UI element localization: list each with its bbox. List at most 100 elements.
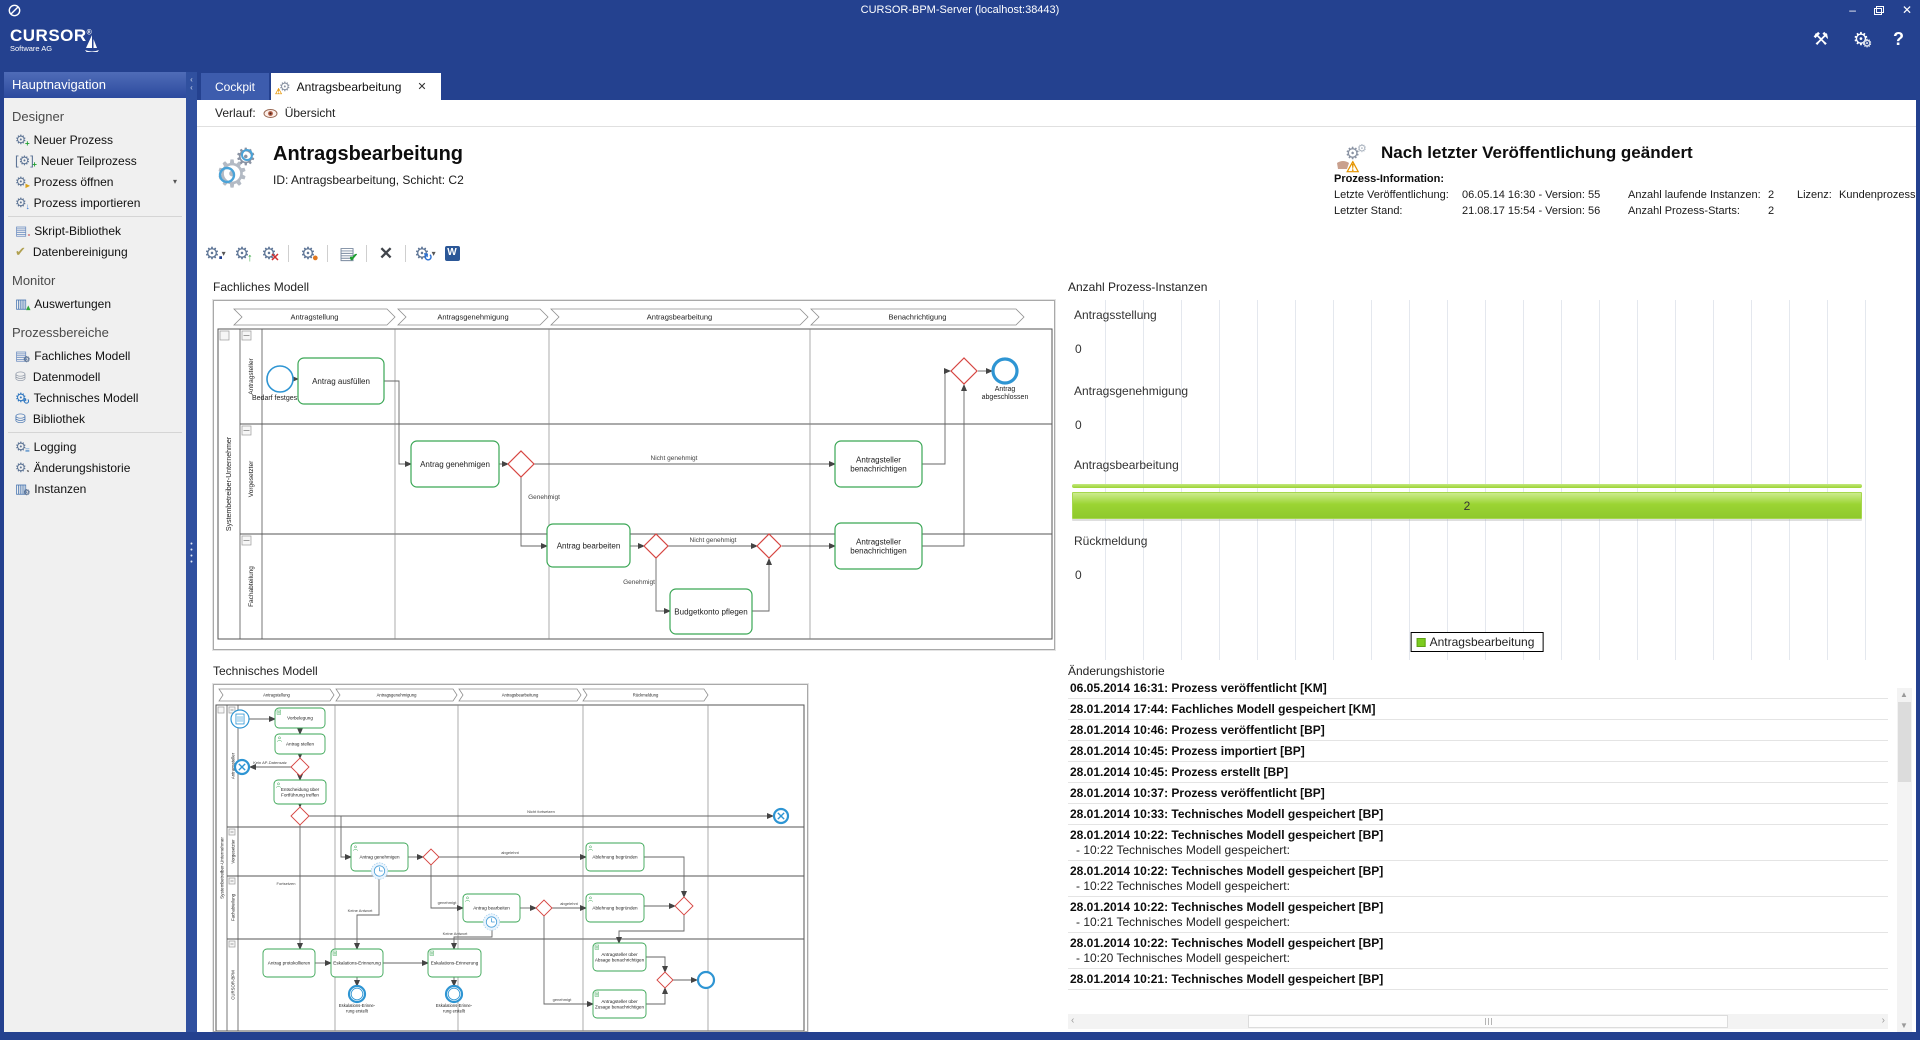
- sidebar-item-auswertungen[interactable]: ▥▴Auswertungen: [4, 293, 186, 314]
- save-button[interactable]: ⚙▪▾: [203, 242, 227, 264]
- process-info-row-2: Letzter Stand: 21.08.17 15:54 - Version:…: [197, 205, 1916, 219]
- fachliches-modell-diagram[interactable]: AntragstellungAntragsgenehmigungAntragsb…: [213, 300, 1055, 650]
- publish-button[interactable]: ⚙↑: [230, 242, 254, 264]
- history-entry[interactable]: 28.01.2014 17:44: Fachliches Modell gesp…: [1068, 699, 1888, 720]
- close-button[interactable]: ✕: [1902, 3, 1912, 17]
- settings-lock-icon[interactable]: ⚙⚙: [1853, 30, 1869, 50]
- svg-text:rung erstellt: rung erstellt: [346, 1008, 369, 1013]
- history-entry[interactable]: 28.01.2014 10:37: Prozess veröffentlicht…: [1068, 783, 1888, 804]
- bpmn-task[interactable]: Antrag stellen: [275, 734, 325, 754]
- history-entry[interactable]: 28.01.2014 10:22: Technisches Modell ges…: [1068, 825, 1888, 861]
- history-entry[interactable]: 28.01.2014 10:45: Prozess erstellt [BP]: [1068, 762, 1888, 783]
- delete-button[interactable]: ✕: [374, 242, 398, 264]
- svg-text:Nicht fortsetzen: Nicht fortsetzen: [527, 809, 555, 814]
- bpmn-end[interactable]: Antragabgeschlossen: [982, 359, 1029, 401]
- sidebar-item-prozess-importieren[interactable]: ⚙↓Prozess importieren: [4, 192, 186, 213]
- history-entry[interactable]: 06.05.2014 16:31: Prozess veröffentlicht…: [1068, 678, 1888, 699]
- chart-category-label: Antragsbearbeitung: [1074, 458, 1179, 472]
- content-vscrollbar[interactable]: ▲ ▼: [1897, 688, 1912, 1032]
- scroll-left-icon[interactable]: ‹: [1071, 1015, 1074, 1026]
- sidebar-item-neuer-teilprozess[interactable]: [⚙]+Neuer Teilprozess: [4, 150, 186, 171]
- history-entry[interactable]: 28.01.2014 10:22: Technisches Modell ges…: [1068, 897, 1888, 933]
- scroll-up-icon[interactable]: ▲: [1900, 690, 1908, 699]
- bpmn-task[interactable]: Ablehnung begründen: [586, 843, 644, 871]
- sidebar-item-datenmodell[interactable]: ⛁Datenmodell: [4, 366, 186, 387]
- tools-icon[interactable]: ⚒: [1813, 30, 1829, 50]
- restore-button[interactable]: [1874, 6, 1884, 15]
- scroll-right-icon[interactable]: ›: [1882, 1015, 1885, 1026]
- tab-cockpit[interactable]: Cockpit: [201, 73, 269, 100]
- bpmn-end-cancel[interactable]: [235, 760, 249, 774]
- bpmn-gateway[interactable]: [757, 534, 781, 558]
- bpmn-gateway[interactable]: [508, 451, 534, 477]
- bpmn-event[interactable]: Eskalations-Erinne-rung erstellt: [339, 986, 376, 1013]
- technisches-modell-diagram[interactable]: AntragstellungAntragsgenehmigungAntragsb…: [213, 684, 808, 1032]
- sidebar-item-skript-bibliothek[interactable]: ▤-Skript-Bibliothek: [4, 220, 186, 241]
- bpmn-end-cancel[interactable]: [774, 809, 788, 823]
- scroll-down-icon[interactable]: ▼: [1900, 1021, 1908, 1030]
- bpmn-task[interactable]: Budgetkonto pflegen: [670, 589, 752, 634]
- bpmn-gateway[interactable]: [951, 358, 977, 384]
- bpmn-task[interactable]: Eskalations-Erinnerung: [428, 949, 481, 977]
- minimize-button[interactable]: –: [1849, 3, 1856, 17]
- bpmn-event[interactable]: Eskalations-Erinne-rung erstellt: [436, 986, 473, 1013]
- refresh-button[interactable]: ⚙↻▾: [413, 242, 437, 264]
- history-entry[interactable]: 28.01.2014 10:46: Prozess veröffentlicht…: [1068, 720, 1888, 741]
- tab-close-icon[interactable]: ✕: [417, 80, 426, 93]
- bpmn-task[interactable]: Entscheidung überFortführung treffen: [274, 780, 326, 804]
- bpmn-task[interactable]: Antrag bearbeiten: [463, 894, 520, 930]
- bpmn-task[interactable]: Antragstellerbenachrichtigen: [835, 441, 922, 487]
- bpmn-task[interactable]: Ablehnung begründen: [586, 894, 644, 922]
- sidebar-item-prozess-öffnen[interactable]: ⚙▸Prozess öffnen▾: [4, 171, 186, 192]
- bpmn-task[interactable]: Antragstellerbenachrichtigen: [835, 523, 922, 569]
- sidebar-item-technisches-modell[interactable]: ⚙↻Technisches Modell: [4, 387, 186, 408]
- export-word-button[interactable]: W: [440, 242, 464, 264]
- breadcrumb-item[interactable]: Übersicht: [285, 106, 336, 120]
- bpmn-gateway[interactable]: [423, 849, 439, 865]
- sidebar-item-instanzen[interactable]: ▥⚙Instanzen: [4, 478, 186, 499]
- history-entry[interactable]: 28.01.2014 10:22: Technisches Modell ges…: [1068, 861, 1888, 897]
- sidebar-item-änderungshistorie[interactable]: ⚙◔Änderungshistorie: [4, 457, 186, 478]
- bpmn-task[interactable]: Antrag genehmigen: [351, 843, 408, 879]
- bpmn-task[interactable]: Antrag bearbeiten: [547, 524, 630, 567]
- sidebar-item-bibliothek[interactable]: ⛁Bibliothek: [4, 408, 186, 429]
- bpmn-task[interactable]: Antrag protokollieren: [263, 949, 315, 977]
- sidebar-item-fachliches-modell[interactable]: ▤⚙Fachliches Modell: [4, 345, 186, 366]
- chevron-down-icon[interactable]: ▾: [173, 177, 177, 186]
- bpmn-task[interactable]: Antrag ausfüllen: [298, 358, 384, 404]
- sidebar-item-logging[interactable]: ⚙≡Logging: [4, 436, 186, 457]
- sidebar-item-neuer-prozess[interactable]: ⚙+Neuer Prozess: [4, 129, 186, 150]
- bpmn-task[interactable]: Antrag genehmigen: [411, 441, 499, 487]
- bpmn-gateway[interactable]: [291, 807, 309, 825]
- sidebar-item-datenbereinigung[interactable]: ✔Datenbereinigung: [4, 241, 186, 262]
- bpmn-task[interactable]: Antragsteller überZusage benachrichtigen: [593, 990, 646, 1018]
- bpmn-gateway[interactable]: [291, 758, 309, 776]
- svg-text:⚙: ⚙: [1357, 143, 1367, 155]
- history-entry[interactable]: 28.01.2014 10:45: Prozess importiert [BP…: [1068, 741, 1888, 762]
- vscroll-thumb[interactable]: [1898, 702, 1911, 782]
- bpmn-gateway[interactable]: [675, 897, 693, 915]
- help-icon[interactable]: ?: [1893, 30, 1904, 50]
- bpmn-gateway[interactable]: [644, 534, 668, 558]
- bpmn-gateway[interactable]: [657, 972, 673, 988]
- validate-button[interactable]: ▤✔: [335, 242, 359, 264]
- legend-swatch: [1417, 638, 1426, 647]
- history-hscrollbar[interactable]: ‹ ›: [1068, 1014, 1888, 1029]
- bpmn-task[interactable]: Eskalations-Erinnerung: [331, 949, 383, 977]
- hscroll-thumb[interactable]: [1248, 1015, 1728, 1028]
- instances-button[interactable]: ⚙●: [296, 242, 320, 264]
- tab-antragsbearbeitung[interactable]: ⚙⚠Antragsbearbeitung✕: [271, 73, 441, 100]
- bpmn-msg-start[interactable]: [231, 710, 249, 728]
- history-entry[interactable]: 28.01.2014 10:21: Technisches Modell ges…: [1068, 969, 1888, 990]
- bpmn-task[interactable]: Antragsteller überAbsage benachrichtigen: [593, 943, 646, 971]
- breadcrumb: Verlauf: Übersicht: [197, 100, 1916, 127]
- history-entry[interactable]: 28.01.2014 10:22: Technisches Modell ges…: [1068, 933, 1888, 969]
- sidebar-collapse-strip[interactable]: ‹‹ ••••: [186, 72, 197, 1032]
- appbar: CURSOR® Software AG ⚒⚙⚙?: [0, 22, 1920, 64]
- bpmn-task[interactable]: Vorbelegung: [275, 708, 325, 728]
- bpmn-end[interactable]: [698, 972, 714, 988]
- status-title: Nach letzter Veröffentlichung geändert: [1381, 143, 1693, 163]
- history-entry[interactable]: 28.01.2014 10:33: Technisches Modell ges…: [1068, 804, 1888, 825]
- unpublish-button[interactable]: ⚙✕: [257, 242, 281, 264]
- bpmn-gateway[interactable]: [536, 900, 552, 916]
